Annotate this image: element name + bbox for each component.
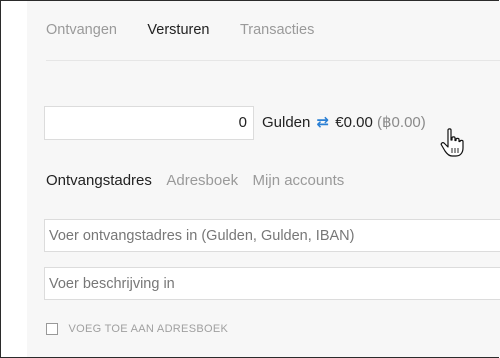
recipient-address-field[interactable]: Voer ontvangstadres in (Gulden, Gulden, … <box>44 219 500 252</box>
swap-arrows-icon[interactable]: ⇄ <box>317 114 330 131</box>
tab-address-book[interactable]: Adresboek <box>166 172 238 189</box>
amount-input[interactable]: 0 <box>239 114 247 131</box>
tab-receive[interactable]: Ontvangen <box>46 22 117 38</box>
tabs-divider <box>46 60 500 61</box>
currency-label: Gulden <box>262 114 311 131</box>
add-to-addressbook-row[interactable]: VOEG TOE AAN ADRESBOEK <box>46 320 228 336</box>
fiat-value: €0.00 <box>335 114 373 131</box>
tab-recipient-address[interactable]: Ontvangstadres <box>46 172 152 189</box>
recipient-address-placeholder: Voer ontvangstadres in (Gulden, Gulden, … <box>49 228 355 244</box>
tab-transactions[interactable]: Transacties <box>240 22 314 38</box>
hand-cursor-icon <box>440 128 464 157</box>
tab-send[interactable]: Versturen <box>147 22 209 38</box>
main-tabs: Ontvangen Versturen Transacties <box>46 21 340 41</box>
alt-currency-value: (฿0.00) <box>377 114 426 131</box>
tab-my-accounts[interactable]: Mijn accounts <box>253 172 345 189</box>
description-placeholder: Voer beschrijving in <box>49 276 175 292</box>
add-to-addressbook-label: VOEG TOE AAN ADRESBOEK <box>68 322 229 335</box>
description-field[interactable]: Voer beschrijving in <box>44 267 500 300</box>
amount-input-box[interactable]: 0 <box>44 106 254 140</box>
address-tabs: Ontvangstadres Adresboek Mijn accounts <box>46 172 354 192</box>
add-to-addressbook-checkbox[interactable] <box>46 322 58 335</box>
currency-line: Gulden ⇄ €0.00 (฿0.00) <box>262 113 426 131</box>
